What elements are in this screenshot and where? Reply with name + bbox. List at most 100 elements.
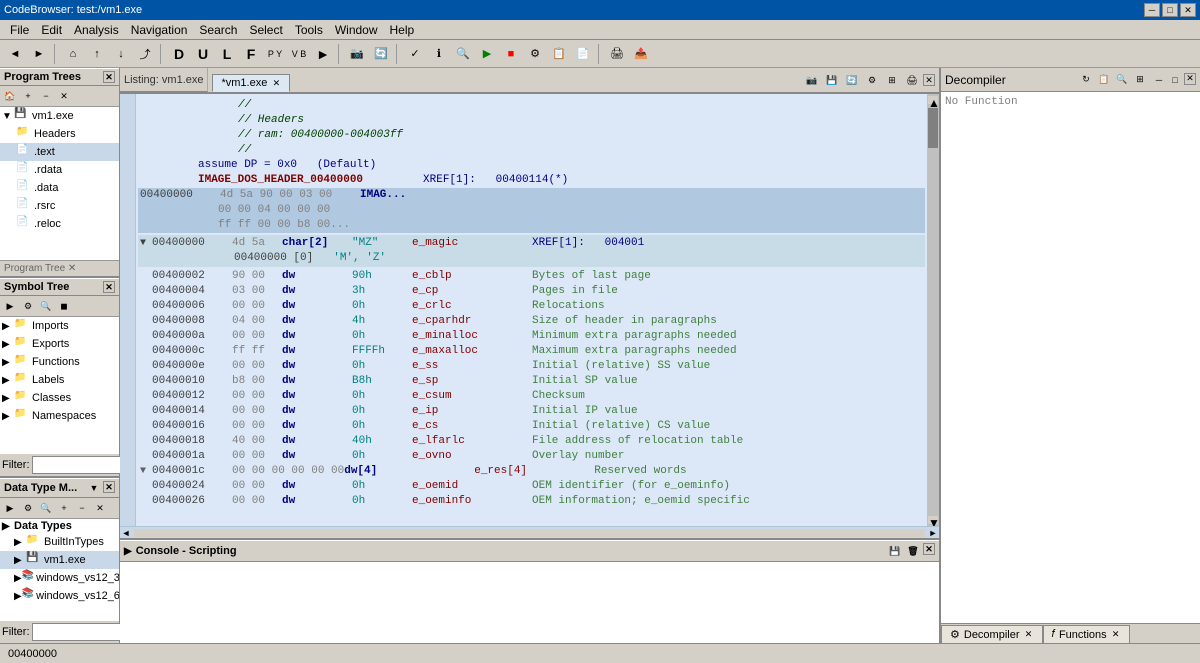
tree-item-text[interactable]: 📄 .text [0,143,119,161]
dt-tb1[interactable]: ▶ [2,500,18,516]
home-button[interactable]: ⌂ [62,43,84,65]
menu-file[interactable]: File [4,21,35,39]
listing-code[interactable]: // // Headers // ram: 00400000-004003ff … [136,94,927,526]
menu-analysis[interactable]: Analysis [68,21,125,39]
listing-expand[interactable]: ⊞ [883,71,901,89]
scrollbar-down-btn[interactable]: ▼ [928,516,938,524]
expand-namespaces[interactable]: ▶ [2,411,14,422]
expand-exports[interactable]: ▶ [2,339,14,350]
st-btn4[interactable]: ◼ [56,298,72,314]
listing-tab-vm1[interactable]: *vm1.exe ✕ [212,74,290,92]
functions-tab[interactable]: 𝑓 Functions ✕ [1043,625,1130,643]
functions-tab-close[interactable]: ✕ [1111,630,1121,640]
tree-item-headers[interactable]: 📁 Headers [0,125,119,143]
menu-select[interactable]: Select [243,21,288,39]
expand-dt-vm1[interactable]: ▶ [14,555,26,566]
console-save[interactable]: 💾 [887,543,903,559]
pt-btn3[interactable]: − [38,88,54,104]
symbol-namespaces[interactable]: ▶ 📁 Namespaces [0,407,119,425]
data-type-close[interactable]: ✕ [103,481,115,493]
dt-btn-down[interactable]: ▼ [87,481,101,495]
tools-btn-3[interactable]: 📄 [572,43,594,65]
decompiler-tab-close[interactable]: ✕ [1024,630,1034,640]
close-button[interactable]: ✕ [1180,3,1196,17]
pt-btn1[interactable]: 🏠 [2,88,18,104]
run-button[interactable]: ▶ [476,43,498,65]
pt-btn4[interactable]: ✕ [56,88,72,104]
undo-button[interactable]: D [168,43,190,65]
dt-tb2[interactable]: ⚙ [20,500,36,516]
symbol-labels[interactable]: ▶ 📁 Labels [0,371,119,389]
expand-labels[interactable]: ▶ [2,375,14,386]
struct-button[interactable]: V B [288,43,310,65]
decompiler-tab[interactable]: ⚙ Decompiler ✕ [941,625,1043,643]
tree-item-rsrc[interactable]: 📄 .rsrc [0,197,119,215]
st-btn3[interactable]: 🔍 [38,298,54,314]
tree-item-rdata[interactable]: 📄 .rdata [0,161,119,179]
dec-close[interactable]: ✕ [1184,73,1196,85]
info-button[interactable]: ℹ [428,43,450,65]
listing-hscroll[interactable]: ◄ ► [120,526,939,538]
program-trees-close[interactable]: ✕ [103,71,115,83]
dec-btn1[interactable]: ↻ [1078,72,1094,88]
menu-navigation[interactable]: Navigation [125,21,194,39]
expand-functions[interactable]: ▶ [2,357,14,368]
expand-win32[interactable]: ▶ [14,573,22,584]
console-close[interactable]: ✕ [923,543,935,555]
expand-imports[interactable]: ▶ [2,321,14,332]
print-button[interactable]: 🖨 [606,43,628,65]
console-clear[interactable]: 🗑 [905,543,921,559]
nav-button-4[interactable]: ⤴ [134,43,156,65]
dec-max[interactable]: □ [1168,73,1182,87]
expand-res[interactable]: ▼ [140,464,152,479]
expand-datatypes[interactable]: ▶ [2,521,14,532]
nav-button-2[interactable]: ↑ [86,43,108,65]
xref-button[interactable]: P Y [264,43,286,65]
scrollbar-up-btn[interactable]: ▲ [928,96,938,104]
listing-print[interactable]: 🖨 [903,71,921,89]
dt-win64[interactable]: ▶ 📚 windows_vs12_64 [0,587,119,605]
menu-search[interactable]: Search [193,21,243,39]
dec-expand[interactable]: ⊞ [1132,72,1148,88]
listing-restore[interactable]: 💾 [823,71,841,89]
restore-button[interactable]: 🔄 [370,43,392,65]
menu-help[interactable]: Help [384,21,421,39]
dt-datatypes[interactable]: ▶ Data Types [0,519,119,533]
export-button[interactable]: 📤 [630,43,652,65]
stop-button[interactable]: ■ [500,43,522,65]
search-button[interactable]: 🔍 [452,43,474,65]
menu-tools[interactable]: Tools [289,21,329,39]
listing-settings[interactable]: ⚙ [863,71,881,89]
menu-window[interactable]: Window [329,21,384,39]
expand-builtin[interactable]: ▶ [14,537,26,548]
expand-classes[interactable]: ▶ [2,393,14,404]
back-button[interactable]: ◄ [4,43,26,65]
st-btn2[interactable]: ⚙ [20,298,36,314]
snapshot-button[interactable]: 📷 [346,43,368,65]
tab-vm1-close[interactable]: ✕ [271,78,281,88]
expand-magic[interactable]: ▼ [140,236,152,251]
symbol-tree-close[interactable]: ✕ [103,281,115,293]
menu-edit[interactable]: Edit [35,21,68,39]
hscroll-track[interactable] [134,529,925,537]
st-btn1[interactable]: ▶ [2,298,18,314]
tree-item-data[interactable]: 📄 .data [0,179,119,197]
tree-expand-vm1exe[interactable]: ▼ [2,111,14,122]
dt-builtintypes[interactable]: ▶ 📁 BuiltInTypes [0,533,119,551]
symbol-exports[interactable]: ▶ 📁 Exports [0,335,119,353]
dec-btn2[interactable]: 📋 [1096,72,1112,88]
dt-tb3[interactable]: 🔍 [38,500,54,516]
dec-btn3[interactable]: 🔍 [1114,72,1130,88]
dt-vm1exe[interactable]: ▶ 💾 vm1.exe [0,551,119,569]
listing-scrollbar[interactable]: ▲ ▼ [927,94,939,526]
hscroll-left[interactable]: ◄ [120,528,132,538]
dec-min[interactable]: ─ [1152,73,1166,87]
tree-item-vm1exe[interactable]: ▼ 💾 vm1.exe [0,107,119,125]
dt-tb6[interactable]: ✕ [92,500,108,516]
pt-btn2[interactable]: + [20,88,36,104]
function-button[interactable]: F [240,43,262,65]
dt-tb4[interactable]: + [56,500,72,516]
tools-btn-2[interactable]: 📋 [548,43,570,65]
scrollbar-thumb[interactable] [928,108,938,148]
nav-button-3[interactable]: ↓ [110,43,132,65]
